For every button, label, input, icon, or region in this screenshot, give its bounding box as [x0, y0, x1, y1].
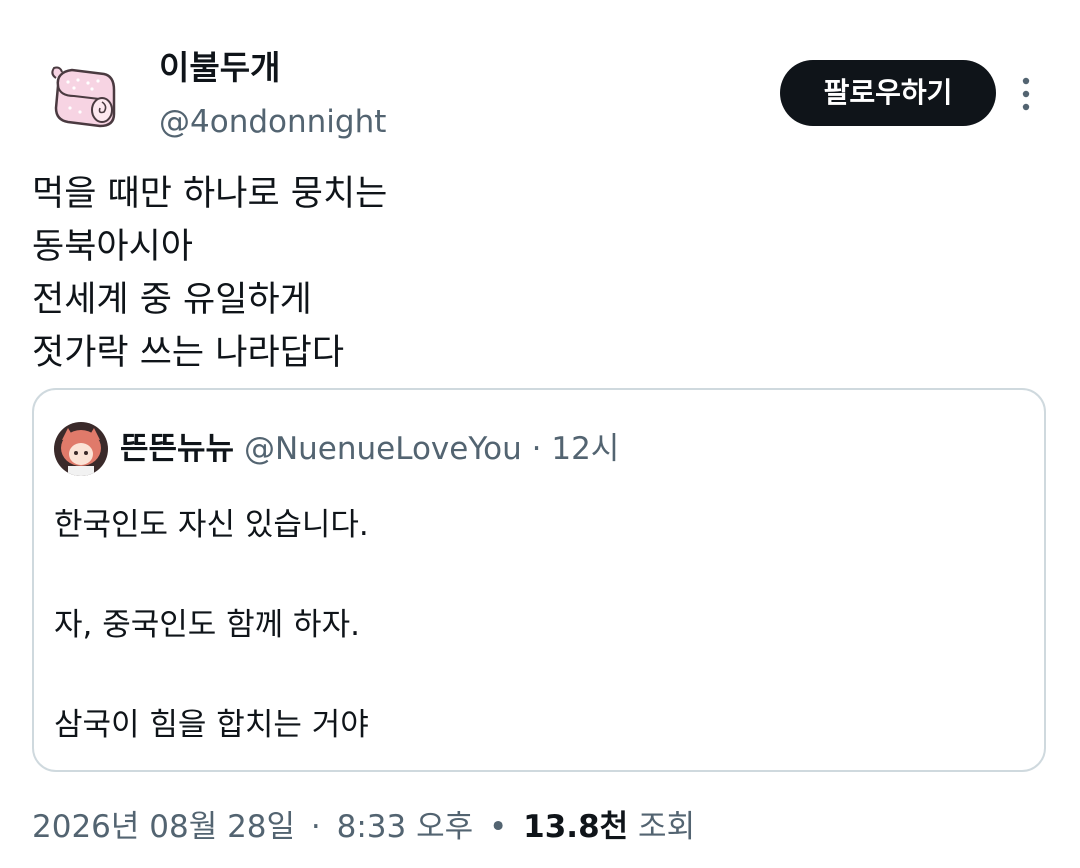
- tweet-line: 전세계 중 유일하게: [32, 280, 312, 320]
- quoted-author-handle[interactable]: @NuenueLoveYou: [244, 431, 522, 467]
- quoted-author-display-name[interactable]: 뜬뜬뉴뉴: [120, 431, 234, 467]
- tweet-time[interactable]: 8:33 오후: [337, 809, 474, 845]
- tweet-text: 먹을 때만 하나로 뭉치는 동북아시아 전세계 중 유일하게 젓가락 쓰는 나라…: [32, 168, 1032, 380]
- author-avatar[interactable]: [44, 56, 128, 140]
- tweet-date[interactable]: 2026년 08월 28일: [32, 809, 295, 845]
- quoted-tweet-line: 자, 중국인도 함께 하자.: [54, 607, 360, 643]
- quoted-tweet-line: [54, 650, 369, 700]
- quoted-tweet-line: [54, 550, 369, 600]
- footer-bullet: •: [489, 809, 508, 845]
- quoted-tweet-header: 뜬뜬뉴뉴 @NuenueLoveYou · 12시: [120, 428, 619, 470]
- author-display-name[interactable]: 이불두개: [159, 48, 280, 88]
- quoted-tweet-line: 한국인도 자신 있습니다.: [54, 507, 369, 543]
- more-vertical-icon[interactable]: [1016, 74, 1036, 114]
- views-count[interactable]: 13.8천: [523, 809, 628, 845]
- tweet-line: 먹을 때만 하나로 뭉치는: [32, 174, 388, 214]
- tweet-line: 동북아시아: [32, 227, 194, 267]
- follow-button[interactable]: 팔로우하기: [780, 60, 996, 126]
- quoted-author-avatar[interactable]: [54, 422, 108, 476]
- tweet-metadata: 2026년 08월 28일 · 8:33 오후 • 13.8천 조회: [32, 806, 695, 848]
- quoted-tweet-card[interactable]: 뜬뜬뉴뉴 @NuenueLoveYou · 12시 한국인도 자신 있습니다. …: [32, 388, 1046, 772]
- quoted-tweet-time[interactable]: 12시: [551, 431, 619, 467]
- tweet-line: 젓가락 쓰는 나라답다: [32, 333, 345, 373]
- header-separator: ·: [531, 431, 542, 467]
- quoted-tweet-line: 삼국이 힘을 합치는 거야: [54, 707, 369, 743]
- views-label: 조회: [638, 809, 696, 845]
- author-handle[interactable]: @4ondonnight: [159, 102, 386, 142]
- quoted-tweet-text: 한국인도 자신 있습니다. 자, 중국인도 함께 하자. 삼국이 힘을 합치는 …: [54, 500, 369, 750]
- footer-separator: ·: [310, 809, 321, 845]
